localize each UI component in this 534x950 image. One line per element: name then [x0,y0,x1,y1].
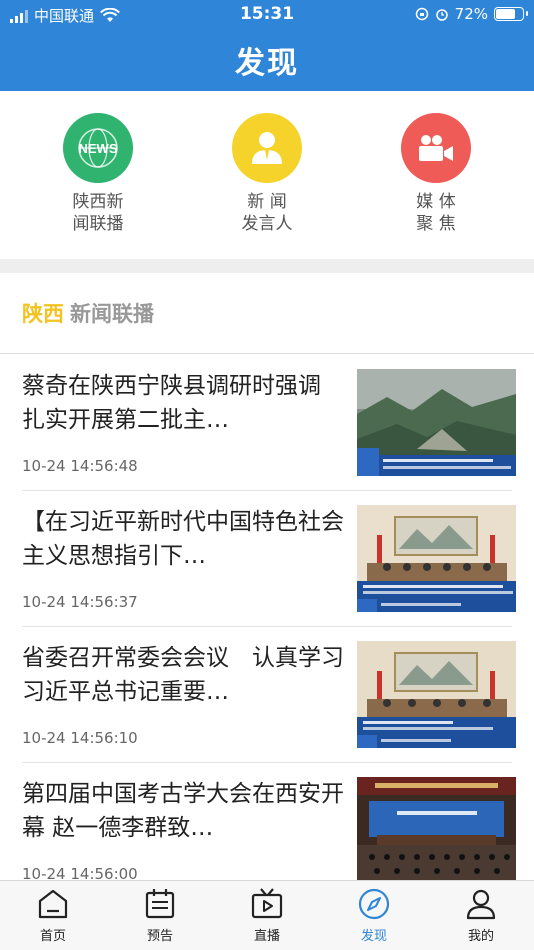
home-icon [38,889,68,919]
feature-label: 新 闻 发言人 [241,192,293,234]
news-item[interactable]: 第四届中国考古学大会在西安开幕 赵一德李群致… 10-24 14:56:00 [0,763,534,899]
news-time: 10-24 14:56:10 [22,729,138,747]
user-icon [466,889,496,920]
compass-icon [358,888,390,920]
tab-label: 预告 [146,929,173,944]
news-item[interactable]: 蔡奇在陕西宁陕县调研时强调 扎实开展第二批主… 10-24 14:56:48 [0,355,534,491]
news-icon-text: NEWS [79,141,118,156]
tab-label: 直播 [253,929,280,944]
battery-level [496,9,515,19]
news-title: 省委召开常委会会议 认真学习习近平总书记重要… [22,645,344,705]
tab-label: 我的 [467,929,494,944]
tv-icon [251,888,283,919]
tab-discover[interactable]: 发现 [334,887,414,944]
battery-icon [494,7,528,21]
news-title: 第四届中国考古学大会在西安开幕 赵一德李群致… [22,781,344,841]
section-title-accent: 陕西 [22,302,64,326]
section-title: 陕西 新闻联播 [22,298,154,328]
news-thumbnail [357,777,516,884]
top-bar: 中国联通 15:31 72% 发现 [0,0,534,91]
news-thumbnail [357,505,516,612]
divider [0,353,534,354]
tab-mine[interactable]: 我的 [441,887,521,944]
alarm-icon [435,9,448,21]
feature-label: 媒 体 聚 焦 [416,192,456,234]
page-title: 发现 [235,46,299,81]
spokesperson-icon [232,113,302,183]
news-title: 蔡奇在陕西宁陕县调研时强调 扎实开展第二批主… [22,373,321,433]
status-right: 72% [415,5,528,23]
feature-shortcuts: NEWS 陕西新 闻联播 新 闻 发言人 媒 体 聚 焦 [0,91,534,259]
tab-preview[interactable]: 预告 [120,887,200,944]
tab-label: 首页 [39,929,66,944]
tab-label: 发现 [360,929,387,944]
news-title: 【在习近平新时代中国特色社会主义思想指引下… [22,509,344,569]
tab-home[interactable]: 首页 [13,887,93,944]
status-bar: 中国联通 15:31 72% [0,0,534,30]
feature-media-focus[interactable]: 媒 体 聚 焦 [381,113,491,235]
calendar-icon [145,889,175,919]
tab-bar: 首页 预告 直播 发现 我的 [0,880,534,950]
battery-percent: 72% [454,5,488,23]
news-item[interactable]: 省委召开常委会会议 认真学习习近平总书记重要… 10-24 14:56:10 [0,627,534,763]
news-time: 10-24 14:56:37 [22,593,138,611]
section-gap [0,259,534,273]
feature-label: 陕西新 闻联播 [72,192,124,234]
feature-spokesperson[interactable]: 新 闻 发言人 [212,113,322,235]
tab-live[interactable]: 直播 [227,887,307,944]
video-camera-icon [401,113,471,183]
news-item[interactable]: 【在习近平新时代中国特色社会主义思想指引下… 10-24 14:56:37 [0,491,534,627]
orientation-lock-icon [415,7,428,21]
section-title-rest: 新闻联播 [70,302,154,326]
news-time: 10-24 14:56:48 [22,457,138,475]
feature-shaanxi-news[interactable]: NEWS 陕西新 闻联播 [43,113,153,235]
news-thumbnail [357,369,516,476]
news-icon: NEWS [63,113,133,183]
news-thumbnail [357,641,516,748]
